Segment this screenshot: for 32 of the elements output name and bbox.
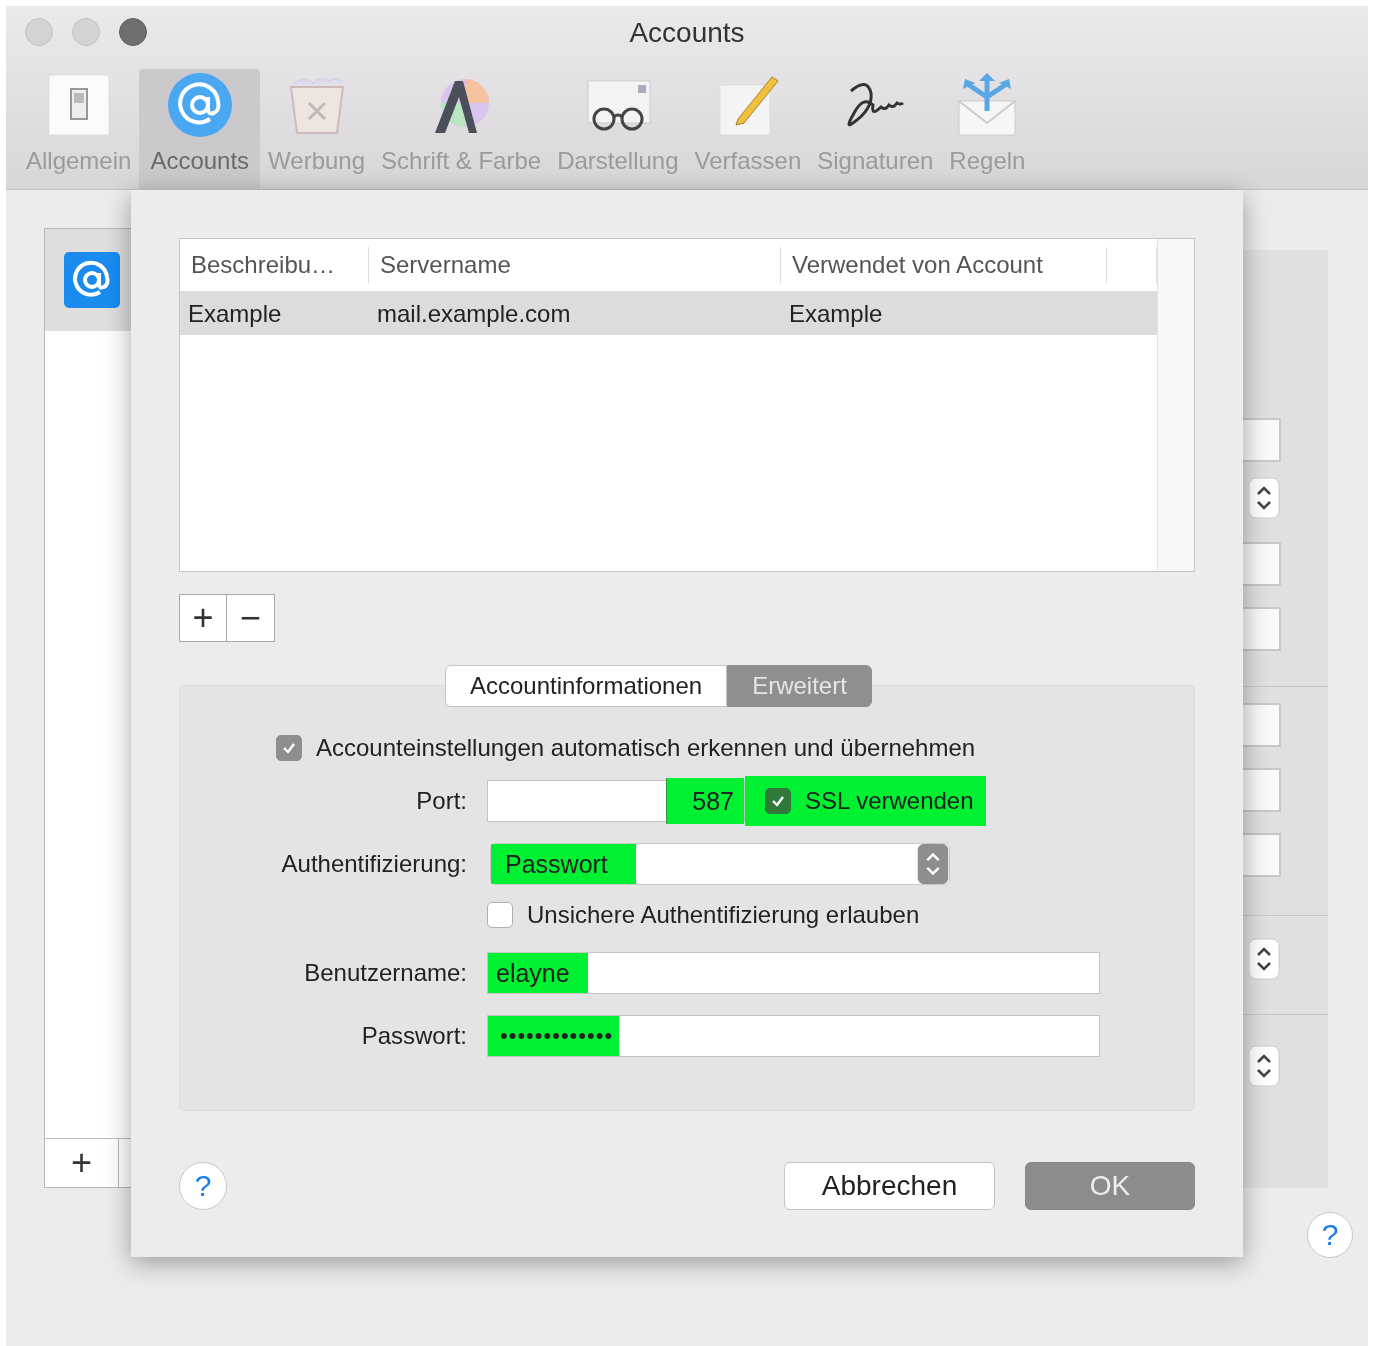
checkbox[interactable] [765,788,791,814]
cancel-button[interactable]: Abbrechen [784,1162,995,1210]
checkbox-label: Accounteinstellungen automatisch erkennen und übernehmen [316,734,976,762]
column-header[interactable]: Servername [369,247,781,283]
checkbox[interactable] [487,902,513,928]
remove-button[interactable]: − [227,594,275,642]
port-field[interactable]: 587 [487,780,745,822]
stepper-icon[interactable] [1249,477,1281,519]
field-label: Passwort: [360,1022,467,1050]
checkbox-label: SSL verwenden [805,787,974,815]
at-sign-icon [165,71,234,139]
window-title: Accounts [628,16,746,50]
stepper-icon [917,844,949,884]
help-button[interactable]: ? [1307,1212,1353,1258]
checkbox[interactable] [276,735,302,761]
username-field[interactable]: elayne [487,952,1100,994]
zoom-button[interactable] [119,18,147,46]
help-button[interactable]: ? [179,1162,227,1210]
table-row[interactable]: Example mail.example.com Example [180,292,1157,335]
at-sign-icon [63,251,121,309]
stepper-icon[interactable] [1249,938,1281,980]
checkbox-label: Unsichere Authentifizierung erlauben [527,901,920,929]
field-label: Port: [415,787,467,815]
tab[interactable]: Accountinformationen [445,665,728,707]
field-label: Benutzername: [303,959,467,987]
column-header[interactable]: Beschreibu… [180,247,369,283]
password-field[interactable]: ••••••••••••• [487,1015,1100,1057]
stepper-icon[interactable] [1249,1045,1281,1087]
authentication-dropdown[interactable]: Passwort [490,843,950,885]
column-header[interactable]: Verwendet von Account [781,247,1107,283]
field-label: Authentifizierung: [280,850,467,878]
add-button[interactable]: + [179,594,227,642]
